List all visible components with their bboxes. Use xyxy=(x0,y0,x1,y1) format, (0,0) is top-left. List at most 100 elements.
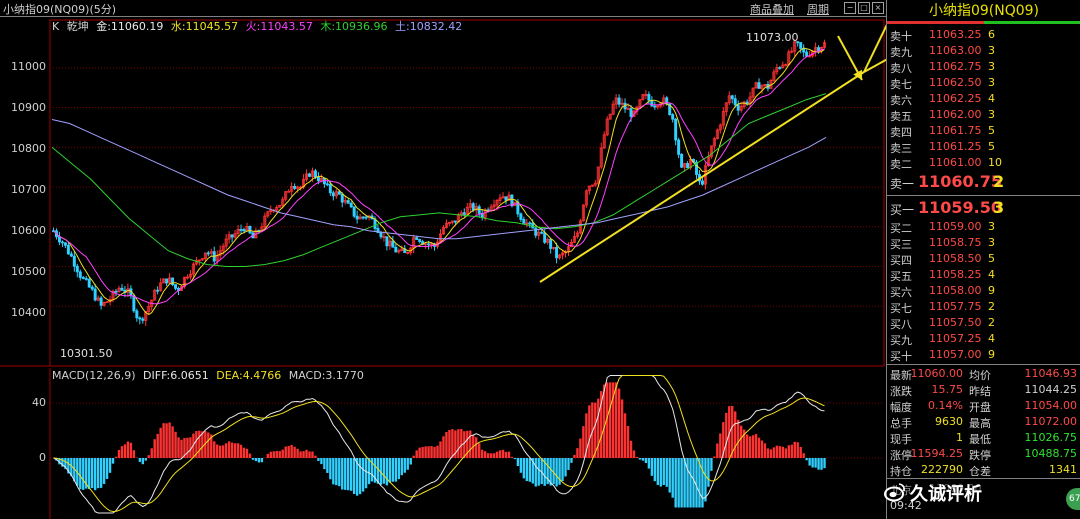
candle-body xyxy=(745,101,749,104)
ma-value-3: 火:11043.57 xyxy=(245,20,313,33)
ask-level[interactable]: 卖五 11062.00 3 xyxy=(887,107,1080,123)
stat-value: 10488.75 xyxy=(1024,447,1078,460)
ask-vol: 10 xyxy=(988,156,1002,169)
ma-value-5: 土:10832.42 xyxy=(395,20,463,33)
instrument-title: 小纳指09(NQ09) xyxy=(928,3,1040,19)
price-frame xyxy=(49,19,885,367)
ask-level[interactable]: 卖十 11063.25 6 xyxy=(887,27,1080,43)
stat-value: 11026.75 xyxy=(1024,431,1078,444)
candle-body xyxy=(677,139,681,155)
candle-body xyxy=(66,244,70,255)
ask-level[interactable]: 卖八 11062.75 3 xyxy=(887,59,1080,75)
ask-level[interactable]: 卖四 11061.75 5 xyxy=(887,123,1080,139)
bid-level[interactable]: 买七 11057.75 2 xyxy=(887,299,1080,315)
candle-body xyxy=(99,297,103,306)
candle-body xyxy=(75,265,79,273)
stat-value: 15.75 xyxy=(931,383,964,396)
ask-level[interactable]: 卖三 11061.25 5 xyxy=(887,139,1080,155)
candle-body xyxy=(534,227,538,236)
ask-level-1[interactable]: 卖一 11060.75 2 xyxy=(887,171,1080,193)
bid-level[interactable]: 买三 11058.75 3 xyxy=(887,235,1080,251)
bid-vol: 3 xyxy=(988,220,995,233)
bid-price: 11058.75 xyxy=(929,236,982,249)
stat-key: 均价 xyxy=(969,369,991,382)
candle-body xyxy=(206,252,210,255)
bid-price: 11057.25 xyxy=(929,332,982,345)
low-annotation: 10301.50 xyxy=(60,347,113,360)
chart-canvas[interactable] xyxy=(0,0,886,519)
stat-key: 昨结 xyxy=(969,385,991,398)
stat-row: 现手 1 最低 11026.75 xyxy=(887,430,1080,446)
ma-line-long xyxy=(51,93,827,267)
price-tick: 10500 xyxy=(11,265,46,278)
candle-body xyxy=(543,232,547,243)
ask-level[interactable]: 卖九 11063.00 3 xyxy=(887,43,1080,59)
candle-body xyxy=(674,118,678,141)
ask-price: 11063.00 xyxy=(929,44,982,57)
candle-body xyxy=(617,97,621,105)
ask-label: 卖三 xyxy=(890,142,912,155)
bid-level[interactable]: 买九 11057.25 4 xyxy=(887,331,1080,347)
macd-tick: 40 xyxy=(32,396,46,409)
ask1-price: 11060.75 xyxy=(918,172,1003,191)
candle-body xyxy=(316,176,320,182)
bid-level[interactable]: 买六 11058.00 9 xyxy=(887,283,1080,299)
candle-body xyxy=(471,203,475,211)
ask-price: 11061.25 xyxy=(929,140,982,153)
ask-label: 卖七 xyxy=(890,78,912,91)
bid-level[interactable]: 买八 11057.50 2 xyxy=(887,315,1080,331)
ask-price: 11062.50 xyxy=(929,76,982,89)
candle-body xyxy=(626,108,630,111)
macd-legend: MACD(12,26,9) DIFF:6.0651 DEA:4.4766 MAC… xyxy=(52,369,368,382)
ask-level[interactable]: 卖七 11062.50 3 xyxy=(887,75,1080,91)
macd-value: MACD:3.1770 xyxy=(288,369,364,382)
bid-price: 11058.25 xyxy=(929,268,982,281)
bid1-label: 买一 xyxy=(890,203,915,217)
candle-body xyxy=(230,234,234,238)
title-bar-red xyxy=(887,21,984,24)
candle-body xyxy=(349,202,353,208)
candle-body xyxy=(239,229,243,231)
price-tick: 10600 xyxy=(11,224,46,237)
bid-label: 买二 xyxy=(890,222,912,235)
ma-value-4: 木:10936.96 xyxy=(320,20,388,33)
candle-body xyxy=(90,286,94,290)
stat-key: 跌停 xyxy=(969,449,991,462)
candle-body xyxy=(522,218,526,224)
ask-vol: 6 xyxy=(988,28,995,41)
candle-body xyxy=(733,98,737,106)
candle-body xyxy=(671,114,675,120)
candle-body xyxy=(364,216,368,219)
ask-label: 卖六 xyxy=(890,94,912,107)
bid-label: 买九 xyxy=(890,334,912,347)
bid-level[interactable]: 买五 11058.25 4 xyxy=(887,267,1080,283)
ma-legend: K 乾坤 金:11060.19 水:11045.57 火:11043.57 木:… xyxy=(52,18,466,34)
candle-body xyxy=(418,239,422,242)
stat-value: 9630 xyxy=(935,415,963,428)
quote-panel: 小纳指09(NQ09) 卖十 11063.25 6 卖九 11063.00 3 卖八 1106… xyxy=(886,0,1080,519)
bid-price: 11057.50 xyxy=(929,316,982,329)
stat-value: 1341 xyxy=(1049,463,1077,476)
divider xyxy=(887,195,1080,196)
price-tick: 11000 xyxy=(11,60,46,73)
stat-value: 11044.25 xyxy=(1024,383,1078,396)
bid-label: 买三 xyxy=(890,238,912,251)
candle-body xyxy=(805,51,809,57)
bid-level[interactable]: 买十 11057.00 9 xyxy=(887,347,1080,363)
bid-level-1[interactable]: 买一 11059.50 3 xyxy=(887,197,1080,219)
ask-level[interactable]: 卖六 11062.25 4 xyxy=(887,91,1080,107)
bid-level[interactable]: 买四 11058.50 5 xyxy=(887,251,1080,267)
candle-body xyxy=(730,95,734,100)
candle-body xyxy=(135,310,139,319)
bid-vol: 9 xyxy=(988,348,995,361)
price-tick: 10400 xyxy=(11,306,46,319)
trading-window: 小纳指09(NQ09)(5分) 商品叠加 周期 − □ × K 乾坤 金:110… xyxy=(0,0,1080,519)
candle-body xyxy=(114,290,118,293)
ask-vol: 3 xyxy=(988,76,995,89)
candle-body xyxy=(308,173,311,177)
bid-level[interactable]: 买二 11059.00 3 xyxy=(887,219,1080,235)
ask-level[interactable]: 卖二 11061.00 10 xyxy=(887,155,1080,171)
ask-vol: 3 xyxy=(988,60,995,73)
candle-body xyxy=(549,239,553,249)
ask-price: 11061.75 xyxy=(929,124,982,137)
